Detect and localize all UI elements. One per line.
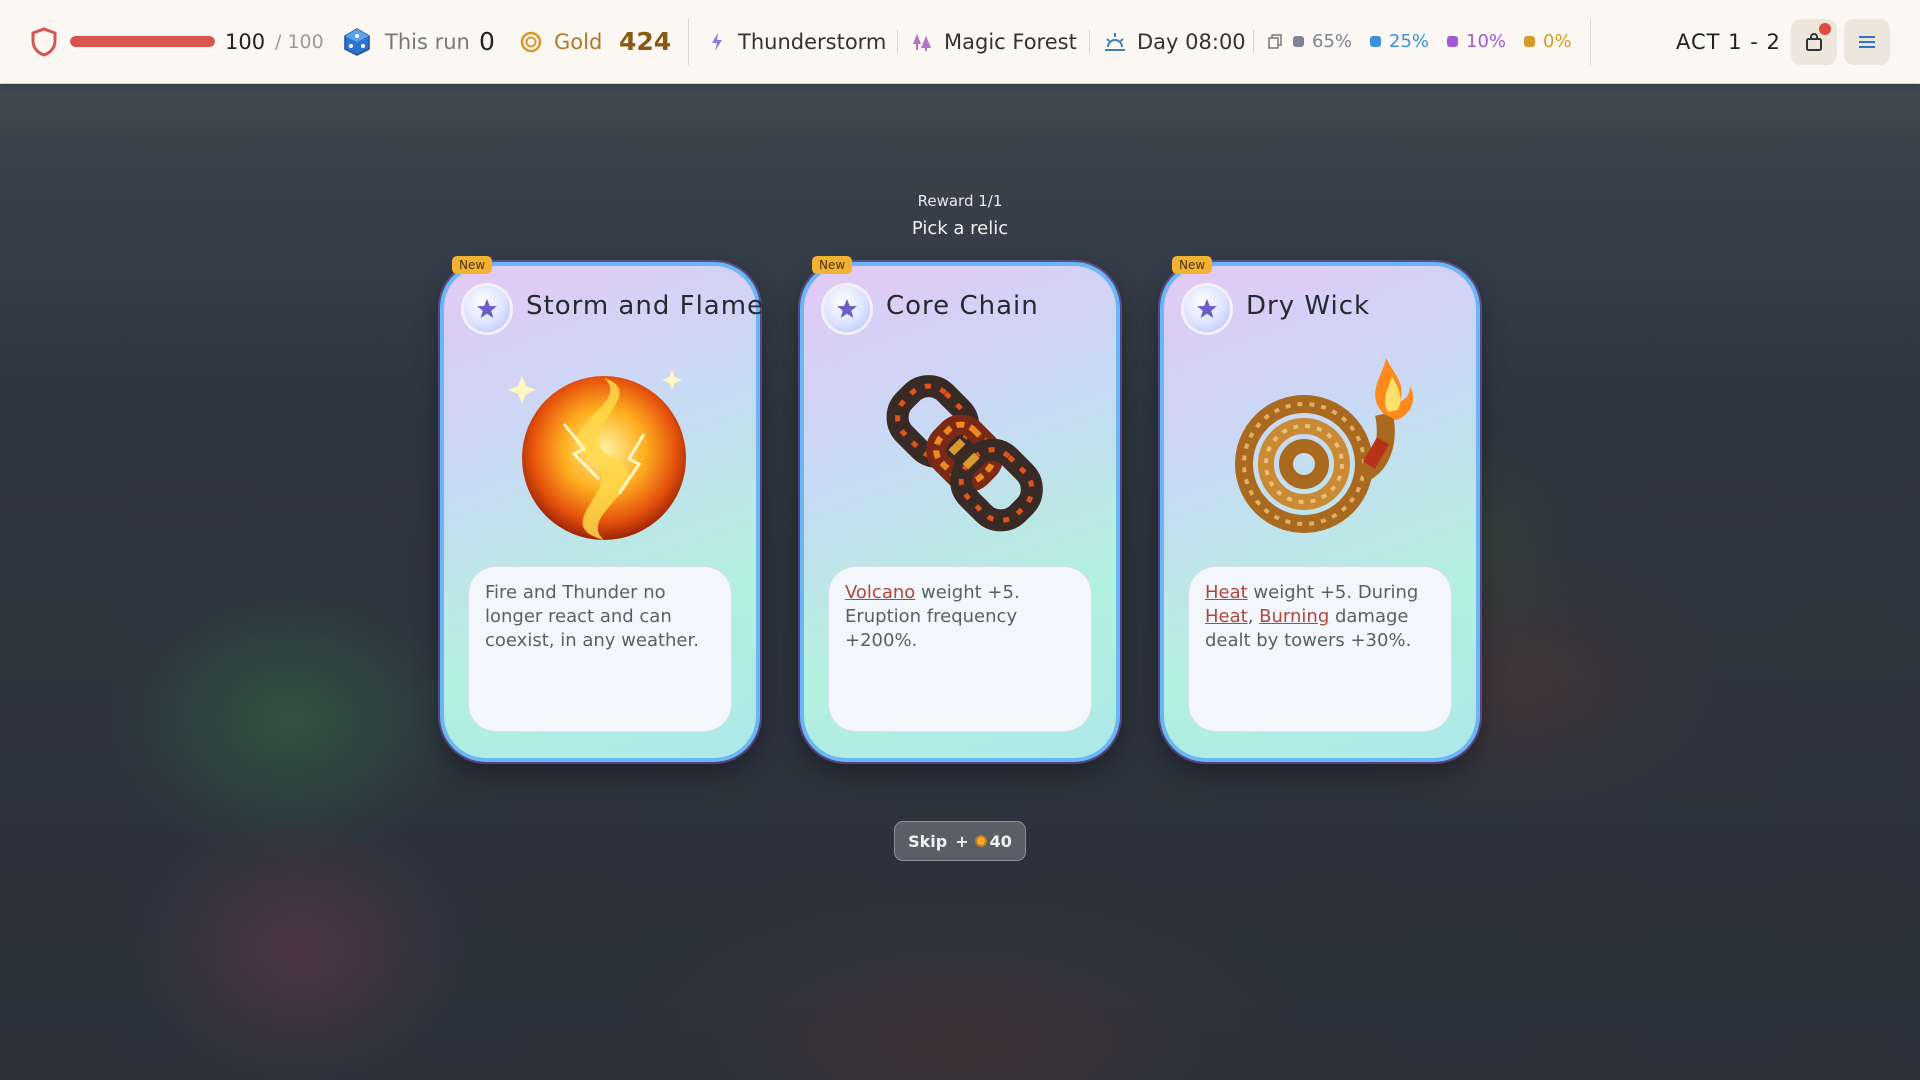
relic-title: Dry Wick [1246,291,1371,321]
star-icon [1184,286,1230,332]
divider [1253,30,1254,53]
relic-description: Heat weight +5. During Heat, Burning dam… [1188,566,1452,732]
keyword-volcano[interactable]: Volcano [845,582,915,603]
divider [897,30,898,53]
star-icon [824,286,870,332]
sunrise-clock-icon [1104,0,1126,83]
relic-card-core-chain[interactable]: New Core Chain Volcano weight +5. Erupti… [800,256,1120,762]
act-label: ACT 1 - 2 [1676,29,1781,54]
bag-button[interactable] [1791,19,1837,65]
burning-rope-art [1235,358,1414,533]
rarity-odds-value: 10% [1466,31,1507,52]
bag-icon [1806,33,1822,51]
menu-button[interactable] [1844,19,1890,65]
gold-value: 424 [619,27,672,56]
reward-title: Pick a relic [911,218,1009,239]
star-icon [464,286,510,332]
rarity-odds-value: 25% [1389,31,1430,52]
relic-description: Fire and Thunder no longer react and can… [468,566,732,732]
relic-description: Volcano weight +5. Eruption frequency +2… [828,566,1092,732]
description-text: Fire and Thunder no longer react and can… [485,582,699,651]
cards-stack-icon [1267,0,1283,83]
divider [688,18,689,65]
rarity-odds-item: 25% [1370,31,1429,52]
run-value: 0 [479,27,495,56]
biome-label: Magic Forest [944,29,1077,54]
skip-label: Skip [908,831,948,851]
top-status-bar: 100 / 100 This run 0 Gold 424 Thundersto… [0,0,1920,84]
weather-label: Thunderstorm [738,29,887,54]
rarity-odds-item: 65% [1293,31,1352,52]
skip-plus: + [955,831,969,851]
rarity-dot [1370,36,1382,47]
rarity-odds: 65% 25% 10% 0% [1293,0,1590,83]
keyword-burning[interactable]: Burning [1259,606,1329,627]
relic-title: Core Chain [886,291,1039,321]
relic-title: Storm and Flame [526,291,765,321]
divider [1089,30,1090,53]
skip-button[interactable]: Skip + 40 [894,821,1026,861]
rarity-odds-value: 0% [1543,31,1572,52]
rarity-dot [1524,36,1536,47]
new-badge: New [812,256,853,274]
time-label: Day 08:00 [1137,29,1246,54]
rarity-odds-item: 0% [1524,31,1572,52]
run-label: This run [385,29,470,54]
hp-max: / 100 [275,30,324,53]
keyword-heat[interactable]: Heat [1205,582,1248,603]
description-text: weight +5. During [1247,582,1419,603]
lightning-icon [708,0,726,83]
new-badge: New [452,256,493,274]
keyword-heat[interactable]: Heat [1205,606,1248,627]
health-shield-icon [30,0,58,83]
skip-amount: 40 [989,831,1012,851]
gold-coin-icon [520,0,542,83]
hp-current: 100 [225,29,266,54]
rarity-dot [1293,36,1304,47]
lava-chain-art [886,375,1043,532]
dice-icon [342,0,372,83]
divider [1590,18,1591,65]
menu-icon [1859,36,1875,48]
rarity-odds-item: 10% [1447,31,1506,52]
relic-card-dry-wick[interactable]: New Dry Wick Heat weight +5. During Heat… [1160,256,1480,762]
reward-counter: Reward 1/1 [917,192,1003,210]
description-text: , [1247,606,1260,627]
rarity-dot [1447,36,1459,47]
notification-dot [1819,23,1831,35]
forest-icon [912,0,932,83]
new-badge: New [1172,256,1213,274]
fire-thunder-orb-art [508,370,686,540]
relic-card-storm-and-flame[interactable]: New Storm and Flame Fire and Thunder no … [440,256,763,762]
health-bar-fill [70,36,215,47]
health-bar [70,36,215,47]
rarity-odds-value: 65% [1312,31,1353,52]
gold-label: Gold [554,29,603,54]
gold-coin-icon [974,835,987,847]
